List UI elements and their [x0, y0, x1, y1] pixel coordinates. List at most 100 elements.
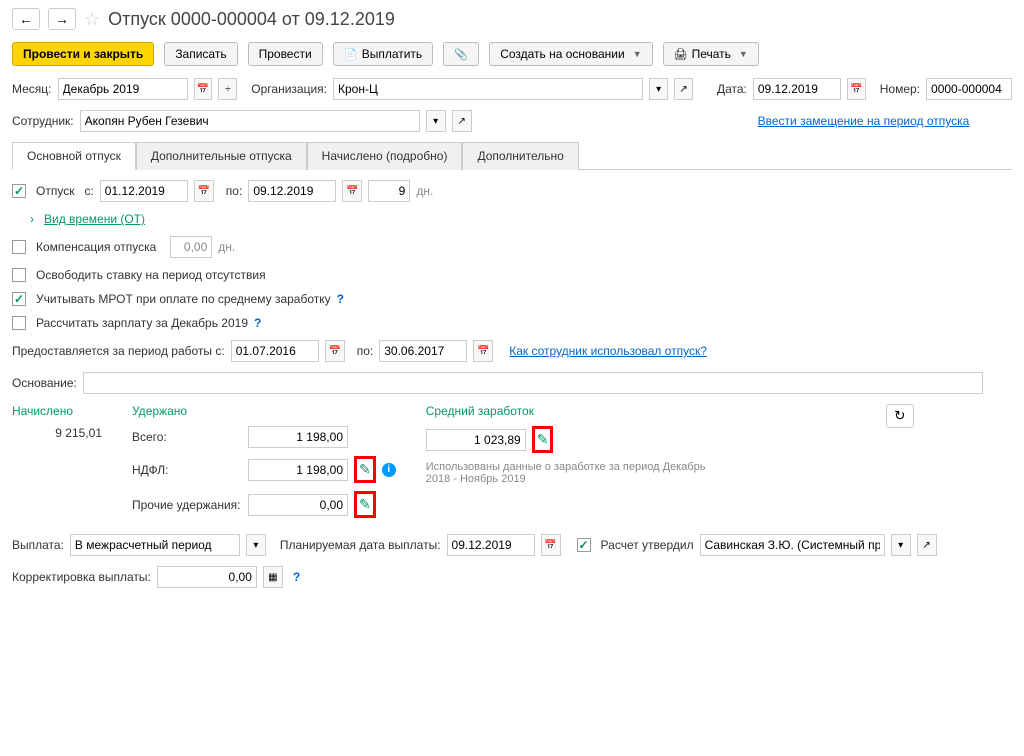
refresh-button[interactable]: ↻: [886, 404, 914, 428]
avg-input[interactable]: [426, 429, 526, 451]
create-based-button[interactable]: Создать на основании▼: [489, 42, 652, 66]
free-rate-checkbox[interactable]: [12, 268, 26, 282]
reason-label: Основание:: [12, 376, 77, 390]
approved-checkbox[interactable]: ✓: [577, 538, 591, 552]
period-to-calendar-button[interactable]: 📅: [473, 340, 493, 362]
month-stepper-button[interactable]: ÷: [218, 78, 237, 100]
from-calendar-button[interactable]: 📅: [194, 180, 214, 202]
period-label: Предоставляется за период работы с:: [12, 344, 225, 358]
month-calendar-button[interactable]: 📅: [194, 78, 213, 100]
approver-open-button[interactable]: ↗: [917, 534, 937, 556]
vacation-checkbox[interactable]: ✓: [12, 184, 26, 198]
other-label: Прочие удержания:: [132, 498, 242, 512]
planned-input[interactable]: [447, 534, 535, 556]
calc-salary-label: Рассчитать зарплату за Декабрь 2019: [36, 316, 248, 330]
nav-back-button[interactable]: ←: [12, 8, 40, 30]
number-label: Номер:: [880, 82, 920, 96]
number-input[interactable]: [926, 78, 1012, 100]
document-icon: [344, 47, 358, 61]
employee-dropdown-button[interactable]: ▾: [426, 110, 446, 132]
accrued-label: Начислено: [12, 404, 102, 418]
month-label: Месяц:: [12, 82, 52, 96]
post-button[interactable]: Провести: [248, 42, 323, 66]
pay-button[interactable]: Выплатить: [333, 42, 434, 66]
payment-input[interactable]: [70, 534, 240, 556]
mrot-checkbox[interactable]: ✓: [12, 292, 26, 306]
org-dropdown-button[interactable]: ▾: [649, 78, 668, 100]
tab-main-vacation[interactable]: Основной отпуск: [12, 142, 136, 170]
correction-input[interactable]: [157, 566, 257, 588]
reason-input[interactable]: [83, 372, 983, 394]
expand-icon[interactable]: ›: [30, 212, 34, 226]
other-input[interactable]: [248, 494, 348, 516]
approved-label: Расчет утвердил: [601, 538, 694, 552]
org-open-button[interactable]: ↗: [674, 78, 693, 100]
employee-label: Сотрудник:: [12, 114, 74, 128]
clip-icon: [454, 47, 468, 61]
save-button[interactable]: Записать: [164, 42, 237, 66]
days-unit: дн.: [416, 184, 433, 198]
page-title: Отпуск 0000-000004 от 09.12.2019: [108, 9, 395, 30]
compensation-unit: дн.: [218, 240, 235, 254]
month-input[interactable]: [58, 78, 188, 100]
total-input[interactable]: [248, 426, 348, 448]
employee-input[interactable]: [80, 110, 420, 132]
payment-dropdown-button[interactable]: ▾: [246, 534, 266, 556]
usage-link[interactable]: Как сотрудник использовал отпуск?: [509, 344, 707, 358]
ndfl-input[interactable]: [248, 459, 348, 481]
mrot-label: Учитывать МРОТ при оплате по среднему за…: [36, 292, 331, 306]
planned-calendar-button[interactable]: 📅: [541, 534, 561, 556]
tab-additional-vacations[interactable]: Дополнительные отпуска: [136, 142, 307, 170]
post-close-button[interactable]: Провести и закрыть: [12, 42, 154, 66]
compensation-label: Компенсация отпуска: [36, 240, 156, 254]
print-button[interactable]: Печать▼: [663, 42, 759, 66]
date-input[interactable]: [753, 78, 841, 100]
help-icon[interactable]: ?: [254, 316, 261, 330]
vacation-label: Отпуск: [36, 184, 74, 198]
approver-dropdown-button[interactable]: ▾: [891, 534, 911, 556]
period-from-input[interactable]: [231, 340, 319, 362]
pencil-icon[interactable]: ✎: [537, 431, 549, 447]
approver-input[interactable]: [700, 534, 885, 556]
help-icon[interactable]: ?: [293, 570, 300, 584]
period-to-label: по:: [357, 344, 374, 358]
attach-button[interactable]: [443, 42, 479, 66]
info-icon[interactable]: i: [382, 463, 396, 477]
accrued-value: 9 215,01: [12, 426, 102, 440]
help-icon[interactable]: ?: [337, 292, 344, 306]
org-input[interactable]: [333, 78, 643, 100]
vacation-to-input[interactable]: [248, 180, 336, 202]
star-icon[interactable]: ☆: [84, 9, 100, 30]
from-label: с:: [84, 184, 93, 198]
payment-label: Выплата:: [12, 538, 64, 552]
substitution-link[interactable]: Ввести замещение на период отпуска: [758, 114, 970, 128]
planned-label: Планируемая дата выплаты:: [280, 538, 441, 552]
org-label: Организация:: [251, 82, 327, 96]
period-to-input[interactable]: [379, 340, 467, 362]
calc-salary-checkbox[interactable]: [12, 316, 26, 330]
employee-open-button[interactable]: ↗: [452, 110, 472, 132]
compensation-checkbox[interactable]: [12, 240, 26, 254]
time-type-link[interactable]: Вид времени (ОТ): [44, 212, 145, 226]
ndfl-label: НДФЛ:: [132, 463, 242, 477]
pencil-icon[interactable]: ✎: [359, 461, 371, 477]
to-label: по:: [226, 184, 243, 198]
compensation-input[interactable]: [170, 236, 212, 258]
date-label: Дата:: [717, 82, 747, 96]
tab-additional[interactable]: Дополнительно: [462, 142, 578, 170]
days-input[interactable]: [368, 180, 410, 202]
to-calendar-button[interactable]: 📅: [342, 180, 362, 202]
correction-label: Корректировка выплаты:: [12, 570, 151, 584]
period-from-calendar-button[interactable]: 📅: [325, 340, 345, 362]
correction-calculator-button[interactable]: ▦: [263, 566, 283, 588]
tab-accrued-detail[interactable]: Начислено (подробно): [307, 142, 463, 170]
free-rate-label: Освободить ставку на период отсутствия: [36, 268, 266, 282]
nav-forward-button[interactable]: →: [48, 8, 76, 30]
info-text: Использованы данные о заработке за перио…: [426, 461, 726, 485]
print-icon: [674, 47, 688, 61]
total-label: Всего:: [132, 430, 242, 444]
date-calendar-button[interactable]: 📅: [847, 78, 866, 100]
avg-label: Средний заработок: [426, 404, 726, 418]
vacation-from-input[interactable]: [100, 180, 188, 202]
pencil-icon[interactable]: ✎: [359, 496, 371, 512]
